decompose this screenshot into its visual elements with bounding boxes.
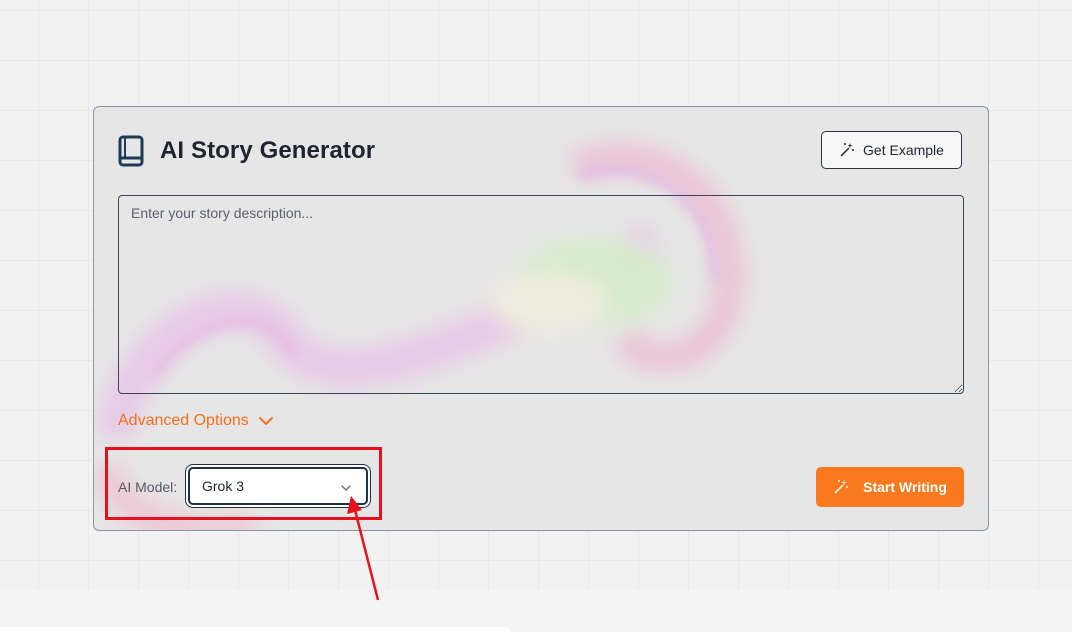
chevron-down-icon (341, 485, 351, 491)
magic-wand-icon (840, 143, 855, 157)
card-header: AI Story Generator (118, 135, 375, 167)
chevron-down-icon (258, 417, 273, 425)
magic-wand-icon (834, 480, 849, 494)
bottom-panel-edge (0, 627, 510, 632)
page-footer-area (0, 590, 1072, 632)
get-example-button[interactable]: Get Example (821, 131, 962, 169)
start-writing-button[interactable]: Start Writing (816, 467, 964, 507)
story-generator-card: AI Story Generator Get Example Advanced … (93, 106, 989, 531)
get-example-label: Get Example (863, 142, 944, 158)
book-icon (118, 135, 144, 167)
ai-model-selected-value: Grok 3 (202, 478, 245, 494)
page-title: AI Story Generator (160, 137, 376, 164)
advanced-options-toggle[interactable]: Advanced Options (118, 412, 274, 430)
ai-model-select[interactable]: Grok 3 (188, 467, 368, 505)
ai-model-label: AI Model: (118, 479, 178, 495)
story-description-input[interactable] (118, 195, 964, 394)
advanced-options-label: Advanced Options (118, 412, 249, 429)
start-writing-label: Start Writing (863, 479, 947, 495)
